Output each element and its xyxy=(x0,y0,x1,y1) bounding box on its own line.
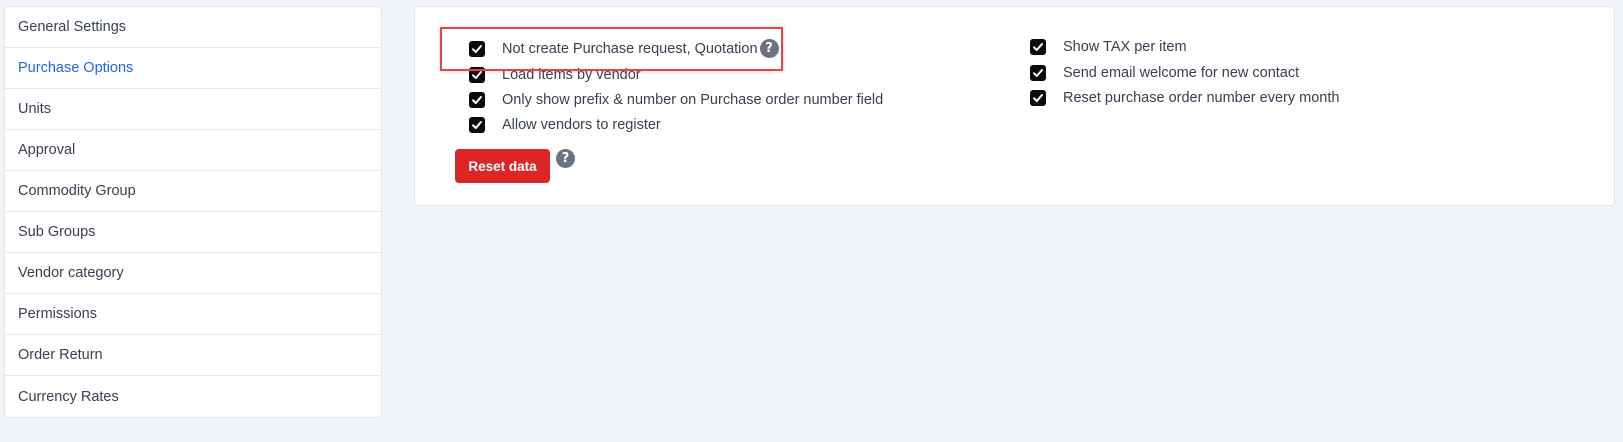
checkmark-icon xyxy=(1033,43,1043,51)
checkmark-icon xyxy=(472,44,482,53)
sidebar-item-label: Purchase Options xyxy=(18,60,134,76)
checkmark-icon xyxy=(1033,69,1043,77)
option-label: Not create Purchase request, Quotation xyxy=(502,40,758,57)
sidebar-item-commodity-group[interactable]: Commodity Group xyxy=(5,171,381,212)
sidebar-item-label: Units xyxy=(18,101,52,117)
checkbox-load-items-by-vendor[interactable] xyxy=(469,67,485,83)
checkbox-only-show-prefix-number[interactable] xyxy=(469,92,485,108)
purchase-options-panel: Not create Purchase request, Quotation ?… xyxy=(414,6,1615,206)
sidebar-item-label: Vendor category xyxy=(18,265,124,281)
help-icon[interactable]: ? xyxy=(759,39,779,58)
sidebar-item-label: Approval xyxy=(18,142,76,158)
sidebar-item-units[interactable]: Units xyxy=(5,89,381,130)
checkmark-icon xyxy=(472,96,482,104)
sidebar-item-label: Permissions xyxy=(18,306,97,322)
option-label: Reset purchase order number every month xyxy=(1063,90,1340,106)
option-allow-vendors-to-register: Allow vendors to register xyxy=(469,117,661,133)
checkbox-show-tax-per-item[interactable] xyxy=(1030,39,1046,55)
option-send-email-welcome: Send email welcome for new contact xyxy=(1030,65,1299,81)
sidebar-item-vendor-category[interactable]: Vendor category xyxy=(5,253,381,294)
option-not-create-purchase-request: Not create Purchase request, Quotation ? xyxy=(469,39,779,58)
sidebar-item-label: General Settings xyxy=(18,19,127,35)
checkbox-allow-vendors-to-register[interactable] xyxy=(469,117,485,133)
checkbox-not-create-purchase-request[interactable] xyxy=(469,40,485,57)
option-label: Allow vendors to register xyxy=(502,117,661,133)
sidebar-item-approval[interactable]: Approval xyxy=(5,130,381,171)
checkbox-send-email-welcome[interactable] xyxy=(1030,65,1046,81)
reset-data-button[interactable]: Reset data xyxy=(455,149,550,183)
sidebar-item-currency-rates[interactable]: Currency Rates xyxy=(5,376,381,417)
sidebar-item-order-return[interactable]: Order Return xyxy=(5,335,381,376)
option-label: Show TAX per item xyxy=(1063,39,1187,55)
sidebar-item-label: Commodity Group xyxy=(18,183,136,199)
sidebar-item-label: Order Return xyxy=(18,347,103,363)
option-reset-po-number-monthly: Reset purchase order number every month xyxy=(1030,90,1339,106)
option-load-items-by-vendor: Load items by vendor xyxy=(469,67,641,83)
sidebar-item-purchase-options[interactable]: Purchase Options xyxy=(5,48,381,89)
checkmark-icon xyxy=(1033,94,1043,102)
sidebar-item-general-settings[interactable]: General Settings xyxy=(5,7,381,48)
help-icon[interactable]: ? xyxy=(556,149,575,168)
option-label: Only show prefix & number on Purchase or… xyxy=(502,92,884,108)
option-show-tax-per-item: Show TAX per item xyxy=(1030,39,1187,55)
sidebar-item-label: Currency Rates xyxy=(18,388,119,405)
sidebar-item-permissions[interactable]: Permissions xyxy=(5,294,381,335)
option-only-show-prefix-number: Only show prefix & number on Purchase or… xyxy=(469,92,883,108)
settings-sidebar: General Settings Purchase Options Units … xyxy=(4,6,382,418)
sidebar-item-label: Sub Groups xyxy=(18,224,96,240)
checkbox-reset-po-number-monthly[interactable] xyxy=(1030,90,1046,106)
checkmark-icon xyxy=(472,121,482,129)
sidebar-item-sub-groups[interactable]: Sub Groups xyxy=(5,212,381,253)
option-label: Load items by vendor xyxy=(502,67,641,83)
option-label: Send email welcome for new contact xyxy=(1063,65,1300,81)
checkmark-icon xyxy=(472,71,482,79)
